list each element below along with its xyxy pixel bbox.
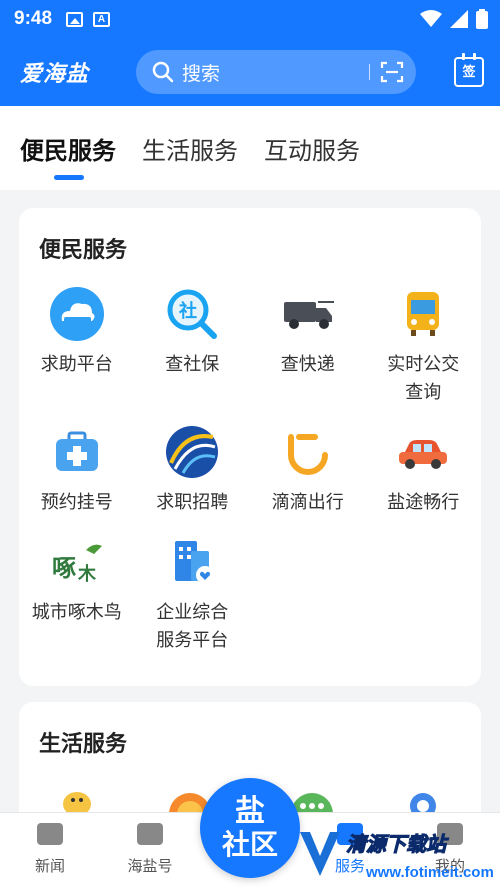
- text-notification-icon: A: [93, 11, 111, 27]
- duck-icon[interactable]: [57, 782, 97, 816]
- signal-icon: [450, 10, 468, 28]
- community-center-button[interactable]: 盐 社区: [200, 778, 300, 878]
- bus-icon: [395, 286, 451, 342]
- nav-label: 新闻: [34, 858, 65, 875]
- service-express[interactable]: 查快递: [250, 286, 366, 406]
- service-label: 滴滴出行: [271, 492, 344, 512]
- svg-text:啄: 啄: [52, 554, 76, 582]
- wifi-icon: [420, 10, 442, 27]
- medical-kit-icon: [49, 424, 105, 480]
- didi-icon: [280, 424, 336, 480]
- convenience-services-card: 便民服务 求助平台 社 查社保 查快递 实时公交 查询 预约挂号 求职招聘 滴滴…: [19, 208, 481, 686]
- search-placeholder: 搜索: [182, 63, 221, 85]
- delivery-truck-icon: [280, 286, 336, 342]
- center-label-bottom: 社区: [221, 829, 278, 860]
- car-icon: [395, 424, 451, 480]
- gallery-notification-icon: [66, 11, 84, 27]
- service-jobs[interactable]: 求职招聘: [135, 424, 251, 516]
- service-yantu[interactable]: 盐途畅行: [366, 424, 482, 516]
- service-enterprise[interactable]: 企业综合 服务平台: [135, 534, 251, 654]
- service-label: 企业综合 服务平台: [156, 602, 229, 650]
- service-social-security[interactable]: 社 查社保: [135, 286, 251, 406]
- service-label: 查快递: [280, 354, 335, 374]
- status-bar: 9:48 A: [0, 0, 500, 38]
- status-time: 9:48: [14, 8, 53, 29]
- app-header: 9:48 A 爱海盐 搜索 签: [0, 0, 500, 106]
- tab-interactive-services[interactable]: 互动服务: [264, 131, 360, 166]
- section-title: 生活服务: [39, 731, 128, 756]
- social-security-search-icon: 社: [164, 286, 220, 342]
- star-icon: [137, 823, 163, 845]
- nav-haiyan-hao[interactable]: 海盐号: [110, 823, 190, 876]
- service-label: 求助平台: [40, 354, 113, 374]
- cloud-help-icon: [49, 286, 105, 342]
- service-label: 城市啄木鸟: [31, 602, 122, 622]
- service-help-platform[interactable]: 求助平台: [19, 286, 135, 406]
- service-bus[interactable]: 实时公交 查询: [366, 286, 482, 406]
- watermark-url: www.fotimeit.com: [366, 864, 494, 881]
- news-icon: [37, 823, 63, 845]
- category-tabs: 便民服务 生活服务 互动服务: [0, 106, 500, 190]
- search-divider: [369, 64, 370, 80]
- service-label: 查社保: [165, 354, 220, 374]
- woodpecker-icon: 啄木: [49, 534, 105, 590]
- service-label: 求职招聘: [156, 492, 229, 512]
- service-label: 预约挂号: [40, 492, 113, 512]
- job-globe-icon: [164, 424, 220, 480]
- battery-icon: [476, 9, 488, 29]
- nav-label: 海盐号: [127, 858, 173, 875]
- service-didi[interactable]: 滴滴出行: [250, 424, 366, 516]
- swirl-icon[interactable]: [403, 782, 443, 816]
- tab-life-services[interactable]: 生活服务: [142, 131, 238, 166]
- site-watermark: 清源下载站 www.fotimeit.com: [296, 826, 496, 886]
- sign-in-calendar-icon[interactable]: 签: [454, 53, 484, 87]
- watermark-title: 清源下载站: [346, 834, 447, 857]
- service-woodpecker[interactable]: 啄木 城市啄木鸟: [19, 534, 135, 654]
- svg-text:木: 木: [77, 563, 97, 584]
- service-label: 盐途畅行: [387, 492, 460, 512]
- service-label: 实时公交 查询: [387, 354, 460, 402]
- tab-convenience-services[interactable]: 便民服务: [20, 131, 116, 180]
- center-label-top: 盐: [235, 795, 265, 828]
- section-title: 便民服务: [39, 237, 128, 262]
- service-appointment[interactable]: 预约挂号: [19, 424, 135, 516]
- watermark-logo-icon: [300, 832, 340, 876]
- app-logo[interactable]: 爱海盐: [20, 56, 124, 88]
- nav-news[interactable]: 新闻: [10, 823, 90, 876]
- svg-text:社: 社: [179, 300, 197, 322]
- scan-icon[interactable]: [380, 61, 404, 83]
- enterprise-building-icon: [164, 534, 220, 590]
- search-bar[interactable]: 搜索: [136, 50, 416, 94]
- search-icon: [152, 61, 174, 83]
